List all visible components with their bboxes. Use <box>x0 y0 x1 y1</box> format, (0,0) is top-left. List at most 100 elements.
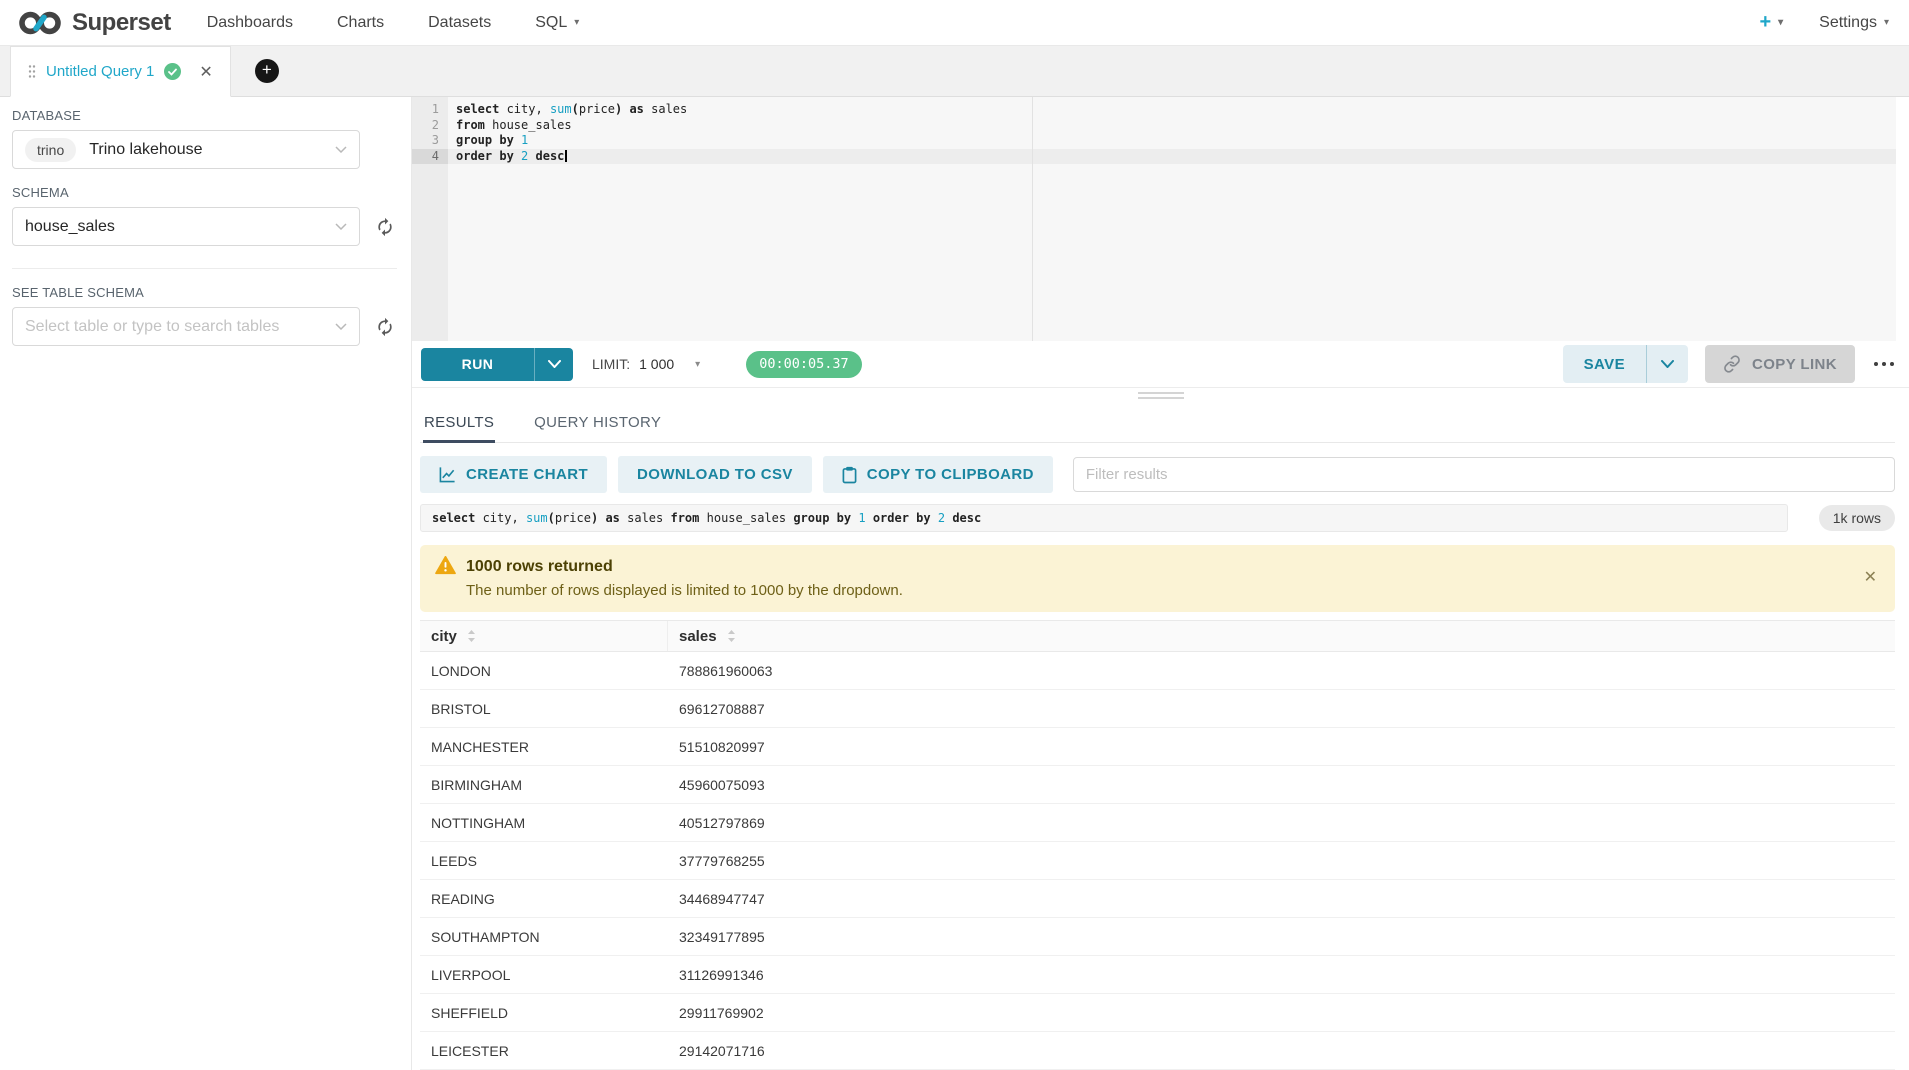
editor-code-line[interactable]: order by 2 desc <box>448 149 1896 165</box>
query-tab-active[interactable]: Untitled Query 1 ✕ <box>10 46 231 97</box>
clipboard-icon <box>842 466 857 484</box>
pane-splitter[interactable] <box>412 388 1909 402</box>
table-cell: LEICESTER <box>420 1043 668 1059</box>
add-tab-button[interactable]: + <box>255 59 279 83</box>
table-select[interactable]: Select table or type to search tables <box>12 307 360 346</box>
caret-down-icon: ▾ <box>574 17 579 28</box>
table-cell: LEEDS <box>420 853 668 869</box>
table-row: LEICESTER29142071716 <box>420 1032 1895 1070</box>
chevron-down-icon <box>335 223 347 230</box>
chevron-down-icon <box>335 146 347 153</box>
results-tabs: RESULTS QUERY HISTORY <box>420 408 1895 443</box>
brand-name: Superset <box>72 9 171 37</box>
table-row: BRISTOL69612708887 <box>420 690 1895 728</box>
print-margin-line <box>1032 97 1033 341</box>
database-engine-badge: trino <box>25 138 76 162</box>
query-timer-badge: 00:00:05.37 <box>746 351 861 378</box>
rows-count-badge: 1k rows <box>1819 505 1895 531</box>
table-row: BIRMINGHAM45960075093 <box>420 766 1895 804</box>
rows-limit-alert: 1000 rows returned The number of rows di… <box>420 545 1895 612</box>
table-cell: NOTTINGHAM <box>420 815 668 831</box>
filter-results-input[interactable] <box>1073 457 1895 492</box>
database-select[interactable]: trino Trino lakehouse <box>12 130 360 169</box>
tab-results[interactable]: RESULTS <box>423 408 495 443</box>
table-cell: 788861960063 <box>668 663 783 679</box>
column-label: city <box>431 628 457 645</box>
column-header-city[interactable]: city <box>420 621 668 651</box>
sort-icon <box>467 629 476 643</box>
main-area: DATABASE trino Trino lakehouse SCHEMA ho… <box>0 97 1909 1070</box>
editor-line-number: 2 <box>412 118 448 134</box>
run-options-button[interactable] <box>534 348 573 381</box>
editor-code[interactable]: select city, sum(price) as salesfrom hou… <box>448 97 1896 341</box>
copy-link-label: COPY LINK <box>1752 356 1837 373</box>
alert-message: The number of rows displayed is limited … <box>466 582 903 599</box>
query-success-icon <box>164 63 181 80</box>
sql-editor[interactable]: 1234 select city, sum(price) as salesfro… <box>412 97 1896 341</box>
superset-brand[interactable]: Superset <box>16 9 171 37</box>
limit-label: LIMIT: <box>592 356 630 372</box>
column-header-sales[interactable]: sales <box>668 621 747 651</box>
table-cell: MANCHESTER <box>420 739 668 755</box>
close-tab-icon[interactable]: ✕ <box>199 62 212 82</box>
editor-line-number: 1 <box>412 102 448 118</box>
run-button[interactable]: RUN <box>421 348 534 381</box>
refresh-icon <box>375 217 395 237</box>
editor-gutter: 1234 <box>412 97 448 341</box>
new-item-button[interactable]: + ▾ <box>1759 11 1783 34</box>
results-table-head: city sales <box>420 620 1895 652</box>
chevron-down-icon <box>335 323 347 330</box>
limit-dropdown[interactable]: LIMIT: 1 000 ▾ <box>592 356 700 372</box>
download-csv-label: DOWNLOAD TO CSV <box>637 466 793 483</box>
schema-label: SCHEMA <box>12 185 397 200</box>
table-cell: 29142071716 <box>668 1043 776 1059</box>
editor-code-line[interactable]: from house_sales <box>448 118 1896 134</box>
schema-select[interactable]: house_sales <box>12 207 360 246</box>
query-preview-code: select city, sum(price) as sales from ho… <box>420 504 1788 532</box>
nav-item-datasets[interactable]: Datasets <box>428 14 491 32</box>
save-button[interactable]: SAVE <box>1563 345 1646 383</box>
plus-icon: + <box>1759 11 1771 34</box>
table-row: LONDON788861960063 <box>420 652 1895 690</box>
settings-menu[interactable]: Settings ▾ <box>1819 14 1889 32</box>
sql-sidebar: DATABASE trino Trino lakehouse SCHEMA ho… <box>0 97 411 1070</box>
nav-item-dashboards[interactable]: Dashboards <box>207 14 293 32</box>
drag-handle-icon <box>28 64 36 79</box>
schema-value: house_sales <box>25 218 115 236</box>
table-schema-label: SEE TABLE SCHEMA <box>12 285 397 300</box>
alert-close-icon[interactable]: ✕ <box>1864 567 1877 587</box>
editor-code-line[interactable]: select city, sum(price) as sales <box>448 102 1896 118</box>
tab-query-history[interactable]: QUERY HISTORY <box>533 408 662 442</box>
nav-item-charts[interactable]: Charts <box>337 14 384 32</box>
nav-item-sql-label: SQL <box>535 14 567 32</box>
query-tab-label: Untitled Query 1 <box>46 63 154 80</box>
chevron-down-icon <box>548 360 561 368</box>
refresh-tables-button[interactable] <box>375 317 395 337</box>
create-chart-label: CREATE CHART <box>466 466 588 483</box>
run-button-group[interactable]: RUN <box>421 348 573 381</box>
editor-line-number: 3 <box>412 133 448 149</box>
copy-clipboard-button[interactable]: COPY TO CLIPBOARD <box>823 456 1053 493</box>
table-row: SHEFFIELD29911769902 <box>420 994 1895 1032</box>
more-options-button[interactable] <box>1872 356 1896 372</box>
editor-code-line[interactable]: group by 1 <box>448 133 1896 149</box>
copy-clipboard-label: COPY TO CLIPBOARD <box>867 466 1034 483</box>
table-cell: READING <box>420 891 668 907</box>
table-select-placeholder: Select table or type to search tables <box>25 318 279 336</box>
save-options-button[interactable] <box>1646 345 1688 383</box>
table-cell: 37779768255 <box>668 853 776 869</box>
download-csv-button[interactable]: DOWNLOAD TO CSV <box>618 456 812 493</box>
save-button-group[interactable]: SAVE <box>1563 345 1688 383</box>
table-cell: 32349177895 <box>668 929 776 945</box>
editor-toolbar: RUN LIMIT: 1 000 ▾ 00:00:05.37 SAVE <box>412 341 1909 388</box>
alert-title: 1000 rows returned <box>466 556 903 577</box>
superset-logo-icon <box>16 10 64 36</box>
nav-item-sql[interactable]: SQL ▾ <box>535 14 579 32</box>
copy-link-button[interactable]: COPY LINK <box>1705 345 1855 383</box>
table-row: LEEDS37779768255 <box>420 842 1895 880</box>
refresh-schemas-button[interactable] <box>375 217 395 237</box>
nav-right: + ▾ Settings ▾ <box>1759 11 1889 34</box>
create-chart-button[interactable]: CREATE CHART <box>420 456 607 493</box>
results-table: city sales LONDON788861960063BRISTOL69612… <box>420 620 1895 1070</box>
results-pane: RESULTS QUERY HISTORY CREATE CHART DOWNL… <box>412 402 1909 1070</box>
